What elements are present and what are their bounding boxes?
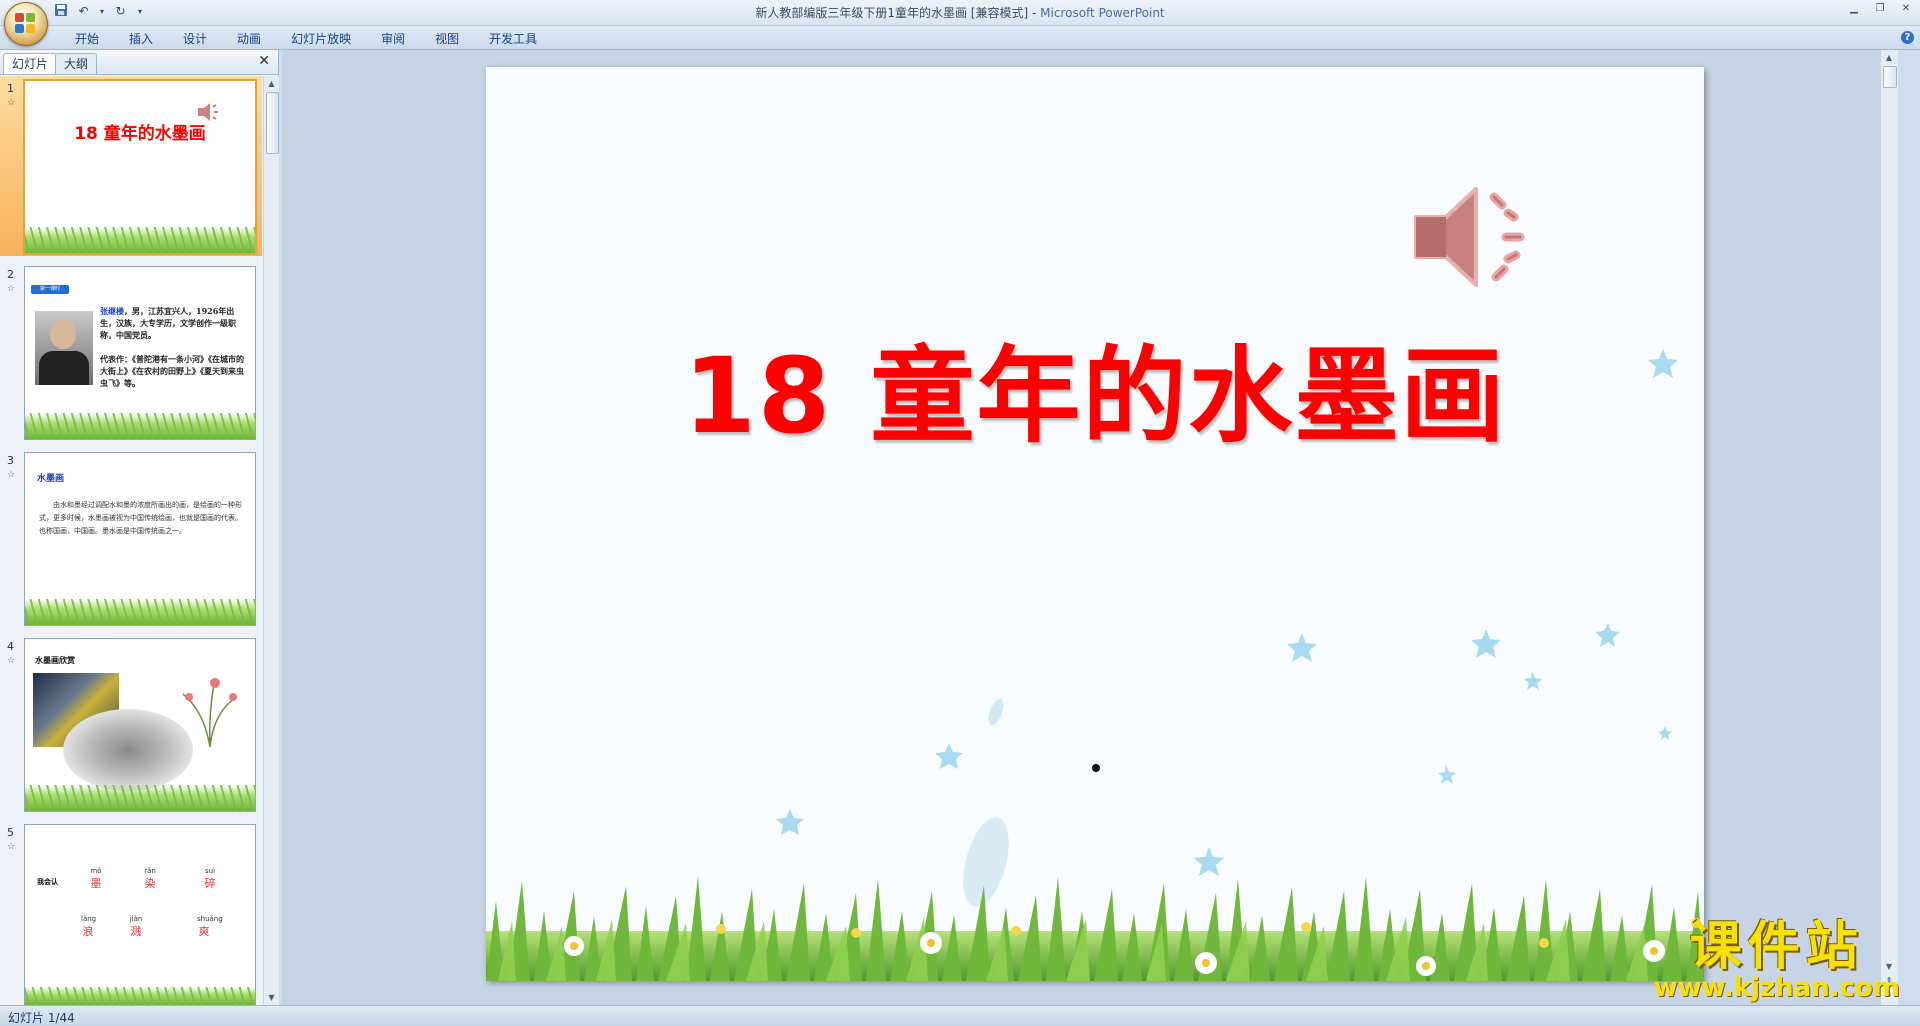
slide-number: 2 [7, 268, 14, 281]
thumbnail-canvas: 水墨画欣赏 [24, 638, 256, 812]
decorative-stars [776, 349, 1678, 907]
thumbnail-canvas: 水墨画 由水和墨经过调配水和墨的浓度所画出的画，是绘画的一种形式，更多时候，水墨… [24, 452, 256, 626]
slides-pane: 幻灯片 大纲 ✕ 1 ☆ 18 童年的水墨画 2 ☆ 第一课时 张继楼，男，江苏… [0, 50, 279, 1005]
tab-review[interactable]: 审阅 [366, 30, 420, 48]
slide-counter: 幻灯片 1/44 [8, 1011, 75, 1025]
scroll-down-icon[interactable]: ▼ [266, 992, 277, 1003]
pinyin: shuǎng [197, 915, 223, 923]
slide-thumbnail-4[interactable]: 4 ☆ 水墨画欣赏 [0, 634, 262, 814]
thumbnail-canvas: 18 童年的水墨画 [23, 79, 257, 255]
slide-thumbnail-1[interactable]: 1 ☆ 18 童年的水墨画 [0, 76, 262, 256]
tab-slides[interactable]: 幻灯片 [3, 53, 58, 74]
hanzi: 爽 [198, 925, 210, 938]
thumbnail-canvas: 第一课时 张继楼，男，江苏宜兴人，1926年出生，汉族，大专学历，文学创作一级职… [24, 266, 256, 440]
animation-star-icon: ☆ [7, 98, 16, 108]
close-pane-icon[interactable]: ✕ [258, 53, 270, 69]
pinyin: rǎn [144, 867, 156, 875]
slide-number: 5 [7, 826, 14, 839]
pinyin: làng [81, 915, 97, 923]
window-title: 新人教部编版三年级下册1童年的水墨画 [兼容模式] - Microsoft Po… [0, 4, 1920, 21]
animation-star-icon: ☆ [7, 470, 16, 480]
hanzi: 染 [144, 877, 156, 890]
slide-thumbnails: 1 ☆ 18 童年的水墨画 2 ☆ 第一课时 张继楼，男，江苏宜兴人，1926年… [0, 76, 262, 1005]
hanzi: 墨 [90, 877, 102, 890]
ink-landscape-image [63, 709, 193, 791]
thumbnail-heading: 水墨画 [37, 474, 65, 484]
ribbon-tabs: 开始 插入 设计 动画 幻灯片放映 审阅 视图 开发工具 [60, 30, 552, 48]
restore-icon[interactable]: ❐ [1872, 2, 1888, 16]
tab-slide-show[interactable]: 幻灯片放映 [276, 30, 366, 48]
title-bar: ↶ ▾ ↻ ▾ 新人教部编版三年级下册1童年的水墨画 [兼容模式] - Micr… [0, 0, 1920, 26]
grass-decoration [25, 987, 255, 1005]
char-item: mò 墨 [89, 867, 103, 891]
thumbnail-heading: 水墨画欣赏 [35, 655, 75, 665]
window-controls: ▁ ❐ ✕ [1846, 2, 1914, 16]
close-icon[interactable]: ✕ [1898, 2, 1914, 16]
ribbon-tab-bar: 开始 插入 设计 动画 幻灯片放映 审阅 视图 开发工具 ? [0, 26, 1920, 50]
lesson-badge: 第一课时 [31, 285, 69, 294]
scroll-thumb[interactable] [266, 92, 279, 154]
minimize-icon[interactable]: ▁ [1846, 2, 1862, 16]
thumbnail-title: 18 童年的水墨画 [74, 124, 206, 144]
orchid-painting-image [182, 678, 238, 748]
hanzi: 溅 [130, 925, 142, 938]
author-name: 张继楼 [100, 306, 124, 316]
animation-star-icon: ☆ [7, 284, 16, 294]
pinyin: jiàn [129, 915, 143, 923]
animation-star-icon: ☆ [7, 656, 16, 666]
thumbnail-scrollbar[interactable]: ▲ ▼ [263, 76, 279, 1005]
slide-editing-area: 18 童年的水墨画 ▲ ▼ ⇞ ⇟ [282, 50, 1898, 1005]
tab-animations[interactable]: 动画 [222, 30, 276, 48]
help-icon[interactable]: ? [1901, 31, 1914, 44]
watermark: 课件站 www.kjzhan.com [1653, 916, 1900, 1003]
tab-design[interactable]: 设计 [168, 30, 222, 48]
thumbnail-label: 我会认 [37, 878, 58, 886]
grass-decoration [25, 413, 255, 439]
pinyin: mò [90, 867, 102, 875]
tab-home[interactable]: 开始 [60, 30, 114, 48]
hanzi: 碎 [204, 877, 216, 890]
thumbnail-body: 由水和墨经过调配水和墨的浓度所画出的画，是绘画的一种形式，更多时候，水墨画被视为… [39, 501, 242, 535]
pinyin: suì [204, 867, 216, 875]
author-photo [35, 311, 93, 385]
hanzi: 浪 [82, 925, 94, 938]
grass-decoration [25, 227, 255, 253]
animation-star-icon: ☆ [7, 842, 16, 852]
scroll-thumb[interactable] [1883, 66, 1897, 88]
slide-number: 1 [7, 82, 14, 95]
tab-view[interactable]: 视图 [420, 30, 474, 48]
author-bio: 张继楼，男，江苏宜兴人，1926年出生，汉族，大专学历，文学创作一级职称，中国党… [100, 305, 250, 341]
scroll-up-icon[interactable]: ▲ [266, 78, 277, 89]
application-name: Microsoft PowerPoint [1040, 6, 1165, 20]
scroll-up-icon[interactable]: ▲ [1883, 52, 1895, 64]
char-item: suì 碎 [203, 867, 217, 891]
slide-number: 3 [7, 454, 14, 467]
char-item: jiàn 溅 [129, 915, 143, 939]
grass-decoration [25, 599, 255, 625]
slide-thumbnail-3[interactable]: 3 ☆ 水墨画 由水和墨经过调配水和墨的浓度所画出的画，是绘画的一种形式，更多时… [0, 448, 262, 628]
status-bar: 幻灯片 1/44 [0, 1005, 1920, 1026]
thumbnail-canvas: 我会认 mò 墨 rǎn 染 suì 碎 làng 浪 jiàn 溅 shuǎn… [24, 824, 256, 1005]
watermark-logo: 课件站 [1689, 916, 1864, 977]
current-slide[interactable]: 18 童年的水墨画 [486, 67, 1704, 981]
slide-scrollbar[interactable]: ▲ ▼ ⇞ ⇟ [1880, 50, 1898, 1005]
char-item: shuǎng 爽 [197, 915, 223, 939]
grass-decoration [25, 785, 255, 811]
watermark-url: www.kjzhan.com [1653, 973, 1900, 1003]
slide-number: 4 [7, 640, 14, 653]
pane-tabs: 幻灯片 大纲 ✕ [0, 50, 278, 75]
char-item: làng 浪 [81, 915, 97, 939]
char-item: rǎn 染 [143, 867, 157, 891]
author-works: 代表作：《普陀港有一条小河》《在城市的大街上》《在农村的田野上》《夏天到来虫虫飞… [100, 354, 244, 388]
tab-developer[interactable]: 开发工具 [474, 30, 552, 48]
office-button[interactable] [4, 2, 48, 46]
tab-outline[interactable]: 大纲 [55, 53, 98, 74]
tab-insert[interactable]: 插入 [114, 30, 168, 48]
office-logo-icon [15, 13, 37, 35]
document-title: 新人教部编版三年级下册1童年的水墨画 [兼容模式] - [755, 6, 1037, 20]
grass-decoration [486, 876, 1704, 981]
slide-thumbnail-2[interactable]: 2 ☆ 第一课时 张继楼，男，江苏宜兴人，1926年出生，汉族，大专学历，文学创… [0, 262, 262, 442]
slide-thumbnail-5[interactable]: 5 ☆ 我会认 mò 墨 rǎn 染 suì 碎 làng 浪 jiàn 溅 s… [0, 820, 262, 1005]
